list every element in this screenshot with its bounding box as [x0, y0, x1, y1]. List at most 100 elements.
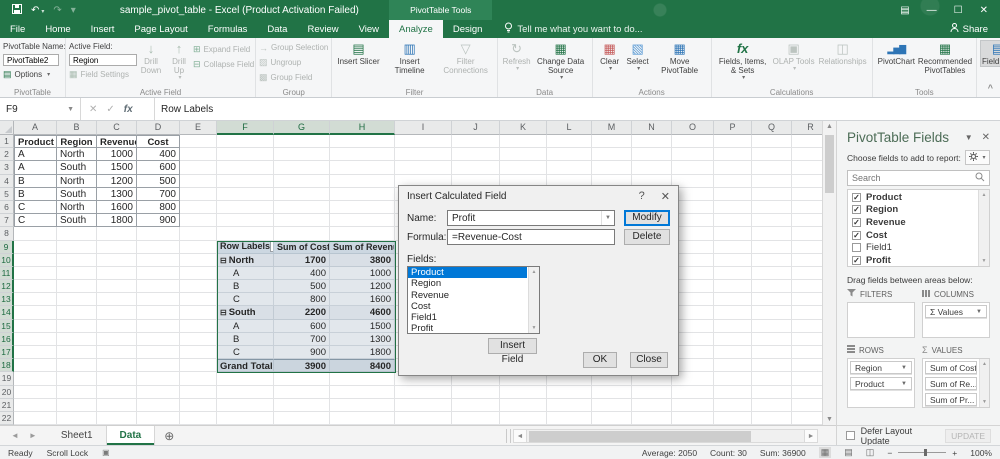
cell-C18[interactable]	[97, 359, 137, 372]
row-header-18[interactable]: 18	[0, 359, 14, 372]
scroll-up-icon[interactable]: ▲	[823, 123, 836, 130]
cell-C2[interactable]: 1000	[97, 148, 137, 161]
cell-A3[interactable]: A	[14, 161, 57, 174]
cell-N20[interactable]	[632, 386, 672, 399]
cell-E3[interactable]	[180, 161, 217, 174]
cell-E6[interactable]	[180, 201, 217, 214]
close-icon[interactable]: ✕	[980, 5, 988, 16]
cell-B22[interactable]	[57, 412, 97, 425]
cell-N21[interactable]	[632, 399, 672, 412]
row-header-9[interactable]: 9	[0, 241, 14, 254]
vertical-scroll-thumb[interactable]	[825, 135, 834, 193]
cell-E4[interactable]	[180, 175, 217, 188]
cell-R7[interactable]	[792, 214, 822, 227]
cell-D6[interactable]: 800	[137, 201, 180, 214]
cell-F11[interactable]: A	[217, 267, 274, 280]
cell-P13[interactable]	[714, 293, 752, 306]
row-header-5[interactable]: 5	[0, 188, 14, 201]
cell-E1[interactable]	[180, 135, 217, 148]
cell-A6[interactable]: C	[14, 201, 57, 214]
cell-C10[interactable]	[97, 254, 137, 267]
insert-field-button[interactable]: Insert Field	[488, 338, 537, 354]
cell-H17[interactable]: 1800	[330, 346, 395, 359]
scroll-down-icon[interactable]: ▼	[532, 325, 537, 331]
cell-Q13[interactable]	[752, 293, 792, 306]
cell-G1[interactable]	[274, 135, 330, 148]
cell-Q18[interactable]	[752, 359, 792, 372]
dialog-field-revenue[interactable]: Revenue	[408, 290, 527, 301]
cell-G5[interactable]	[274, 188, 330, 201]
cell-L20[interactable]	[547, 386, 592, 399]
horizontal-scroll-thumb[interactable]	[529, 431, 751, 442]
insert-function-icon[interactable]: fx	[124, 104, 133, 115]
column-header-P[interactable]: P	[714, 121, 752, 135]
cell-B3[interactable]: South	[57, 161, 97, 174]
cell-A13[interactable]	[14, 293, 57, 306]
scroll-down-icon[interactable]: ▼	[823, 416, 836, 423]
cell-E15[interactable]	[180, 320, 217, 333]
delete-button[interactable]: Delete	[624, 229, 670, 245]
cell-D9[interactable]	[137, 241, 180, 254]
cell-R13[interactable]	[792, 293, 822, 306]
fields-items-sets-button[interactable]: fxFields, Items, & Sets▾	[715, 40, 771, 83]
cell-N22[interactable]	[632, 412, 672, 425]
cell-G13[interactable]: 800	[274, 293, 330, 306]
cell-B20[interactable]	[57, 386, 97, 399]
cell-Q16[interactable]	[752, 333, 792, 346]
cell-E5[interactable]	[180, 188, 217, 201]
column-header-A[interactable]: A	[14, 121, 57, 135]
fields-listbox[interactable]: ProductRegionRevenueCostField1Profit ▲▼	[407, 266, 540, 334]
cell-H12[interactable]: 1200	[330, 280, 395, 293]
undo-icon[interactable]: ↶▾	[31, 5, 44, 16]
cell-J1[interactable]	[452, 135, 500, 148]
formula-input[interactable]: Row Labels	[155, 98, 1000, 120]
customize-quick-access-toolbar-icon[interactable]: ▾	[71, 5, 76, 16]
share-button[interactable]: Share	[938, 20, 1000, 38]
chevron-down-icon[interactable]: ▼	[601, 211, 614, 225]
cell-C4[interactable]: 1200	[97, 175, 137, 188]
zoom-in-icon[interactable]: +	[952, 448, 957, 458]
cell-D4[interactable]: 500	[137, 175, 180, 188]
cell-M2[interactable]	[592, 148, 632, 161]
search-box[interactable]	[847, 170, 990, 186]
cell-Q10[interactable]	[752, 254, 792, 267]
tab-data[interactable]: Data	[257, 20, 297, 38]
cell-H14[interactable]: 4600	[330, 306, 395, 319]
scroll-down-icon[interactable]: ▼	[982, 258, 987, 264]
cell-D1[interactable]: Cost	[137, 135, 180, 148]
cell-Q7[interactable]	[752, 214, 792, 227]
cell-D2[interactable]: 400	[137, 148, 180, 161]
cell-M1[interactable]	[592, 135, 632, 148]
cell-H7[interactable]	[330, 214, 395, 227]
cell-G11[interactable]: 400	[274, 267, 330, 280]
cell-B15[interactable]	[57, 320, 97, 333]
area-chip-sum-of-re[interactable]: Sum of Re...▼	[925, 377, 977, 390]
row-header-12[interactable]: 12	[0, 280, 14, 293]
cell-P4[interactable]	[714, 175, 752, 188]
area-chip-sum-of-pr[interactable]: Sum of Pr...▼	[925, 393, 977, 406]
cell-P22[interactable]	[714, 412, 752, 425]
cell-Q15[interactable]	[752, 320, 792, 333]
help-icon[interactable]: ?	[639, 190, 645, 203]
scroll-up-icon[interactable]: ▲	[982, 361, 987, 367]
cell-Q4[interactable]	[752, 175, 792, 188]
cell-B10[interactable]	[57, 254, 97, 267]
row-header-3[interactable]: 3	[0, 161, 14, 174]
cell-D7[interactable]: 900	[137, 214, 180, 227]
field-item-product[interactable]: ✓Product	[849, 191, 977, 204]
cell-F18[interactable]: Grand Total	[217, 359, 274, 372]
cell-A9[interactable]	[14, 241, 57, 254]
cell-Q22[interactable]	[752, 412, 792, 425]
row-header-20[interactable]: 20	[0, 386, 14, 399]
cell-H6[interactable]	[330, 201, 395, 214]
cell-P7[interactable]	[714, 214, 752, 227]
cell-B21[interactable]	[57, 399, 97, 412]
macro-record-icon[interactable]: ▣	[102, 448, 110, 457]
cell-L21[interactable]	[547, 399, 592, 412]
filters-area[interactable]	[847, 302, 915, 338]
cell-P21[interactable]	[714, 399, 752, 412]
expand-field-button[interactable]: ⊞ Expand Field	[193, 43, 254, 56]
scroll-left-icon[interactable]: ◄	[513, 429, 527, 443]
cell-E14[interactable]	[180, 306, 217, 319]
ungroup-button[interactable]: ▨Ungroup	[259, 56, 328, 69]
